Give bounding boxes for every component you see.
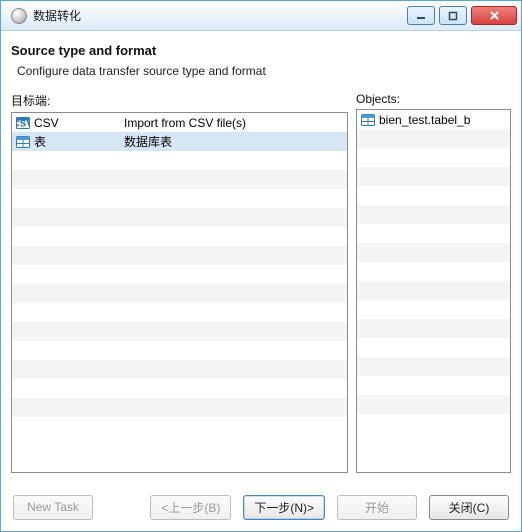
minimize-button[interactable] (407, 6, 435, 25)
csv-icon: csv (16, 117, 30, 129)
list-item (357, 224, 510, 243)
list-item (12, 265, 347, 284)
targets-listbox[interactable]: csv CSV Import from CSV file(s) 表 数据库表 (11, 112, 348, 473)
content-area: Source type and format Configure data tr… (1, 31, 521, 483)
list-item (12, 246, 347, 265)
close-button[interactable]: 关闭(C) (429, 495, 509, 520)
targets-label: 目标端: (11, 92, 348, 109)
objects-panel: Objects: bien_test.tabel_b (356, 92, 511, 473)
list-item (357, 281, 510, 300)
list-item (357, 319, 510, 338)
list-item[interactable]: bien_test.tabel_b (357, 110, 510, 129)
item-name: CSV (34, 116, 59, 130)
page-heading: Source type and format (11, 43, 511, 58)
list-item (357, 357, 510, 376)
list-item (357, 148, 510, 167)
panels: 目标端: csvCSVImport from CSV file(s)表数据库表 … (11, 92, 511, 473)
minimize-icon (416, 11, 426, 21)
titlebar[interactable]: 数据转化 (1, 1, 521, 31)
footer: New Task <上一步(B) 下一步(N)> 开始 关闭(C) (1, 483, 521, 531)
targets-rows: csv CSV Import from CSV file(s) 表 数据库表 (12, 113, 347, 472)
next-button[interactable]: 下一步(N)> (243, 495, 325, 520)
list-item (357, 167, 510, 186)
app-icon (11, 8, 27, 24)
svg-text:csv: csv (16, 117, 30, 129)
list-item (12, 341, 347, 360)
objects-listbox[interactable]: bien_test.tabel_b (356, 109, 511, 473)
list-item (12, 379, 347, 398)
window-title: 数据转化 (33, 7, 81, 24)
targets-panel: 目标端: csv CSV Import from CSV file(s) 表 数据库表 (11, 92, 348, 473)
list-item (12, 208, 347, 227)
object-name: bien_test.tabel_b (379, 113, 470, 127)
list-item (357, 262, 510, 281)
new-task-button[interactable]: New Task (13, 495, 93, 520)
table-icon (16, 136, 30, 148)
list-item (12, 303, 347, 322)
back-button[interactable]: <上一步(B) (150, 495, 231, 520)
list-item (357, 376, 510, 395)
list-item (12, 151, 347, 170)
list-item[interactable]: 表 数据库表 (12, 132, 347, 151)
list-item (357, 205, 510, 224)
maximize-icon (448, 11, 458, 21)
page-subheading: Configure data transfer source type and … (17, 64, 511, 78)
list-item (357, 243, 510, 262)
table-icon (361, 114, 375, 126)
close-icon (489, 10, 500, 21)
list-item (357, 338, 510, 357)
list-item (12, 284, 347, 303)
list-item (12, 398, 347, 417)
list-item (12, 227, 347, 246)
list-item[interactable]: csv CSV Import from CSV file(s) (12, 113, 347, 132)
list-item (12, 170, 347, 189)
dialog-window: 数据转化 Source type and format Configure da… (0, 0, 522, 532)
list-item (357, 300, 510, 319)
list-item (12, 322, 347, 341)
item-name: 表 (34, 133, 46, 150)
item-desc: Import from CSV file(s) (124, 116, 246, 130)
item-desc: 数据库表 (124, 135, 172, 149)
objects-rows: bien_test.tabel_b (357, 110, 510, 472)
close-window-button[interactable] (471, 6, 517, 25)
list-item (357, 129, 510, 148)
maximize-button[interactable] (439, 6, 467, 25)
list-item (357, 186, 510, 205)
objects-label: Objects: (356, 92, 511, 106)
list-item (357, 395, 510, 414)
list-item (12, 360, 347, 379)
list-item (12, 189, 347, 208)
start-button[interactable]: 开始 (337, 495, 417, 520)
